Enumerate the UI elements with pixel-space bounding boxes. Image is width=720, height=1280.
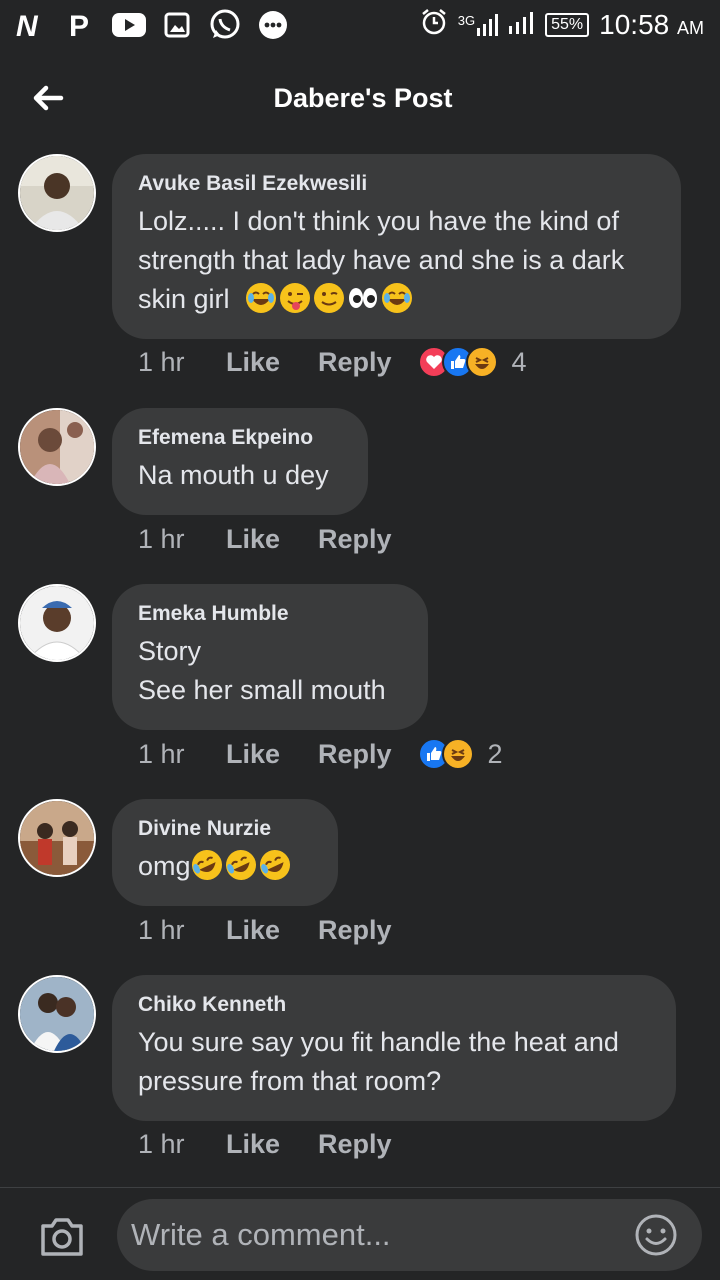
comment-author[interactable]: Efemena Ekpeino [138, 426, 342, 450]
comment-input-placeholder: Write a comment... [131, 1217, 391, 1252]
joy-emoji-icon [246, 283, 277, 313]
comment-text: Story See her small mouth [138, 632, 402, 710]
haha-reaction-icon [465, 346, 498, 378]
comment-author[interactable]: Emeka Humble [138, 602, 402, 626]
joy-emoji-icon [382, 283, 413, 313]
reaction-count: 4 [511, 346, 527, 377]
reply-button[interactable]: Reply [318, 347, 392, 378]
avatar[interactable] [18, 799, 96, 877]
comment-line: You sure say you fit handle the heat and [138, 1027, 619, 1057]
comment-line-text: skin girl [138, 284, 230, 314]
comment-actions: 1 hr Like Reply [138, 915, 392, 946]
page-title: Dabere's Post [273, 82, 453, 113]
like-button[interactable]: Like [226, 915, 318, 946]
comment-actions: 1 hr Like Reply [138, 524, 392, 555]
comment-author[interactable]: Avuke Basil Ezekwesili [138, 172, 655, 196]
comment-time: 1 hr [138, 524, 185, 554]
camera-button[interactable] [38, 1214, 86, 1258]
rofl-emoji-icon [225, 850, 256, 880]
comment-bubble[interactable]: Emeka Humble Story See her small mouth [112, 584, 428, 730]
clock-ampm: AM [677, 18, 704, 38]
comment-text: You sure say you fit handle the heat and… [138, 1023, 650, 1101]
avatar[interactable] [18, 154, 96, 232]
comment-line-text: omg [138, 851, 191, 881]
comment-bubble[interactable]: Avuke Basil Ezekwesili Lolz..... I don't… [112, 154, 681, 339]
comment-line: skin girl [138, 280, 655, 319]
status-bar: N P 3G 55% 10:58 AM [0, 0, 720, 50]
camera-icon [41, 1218, 83, 1256]
tongue-wink-emoji-icon [280, 283, 311, 313]
reply-button[interactable]: Reply [318, 524, 392, 555]
avatar[interactable] [18, 584, 96, 662]
comment-bubble[interactable]: Chiko Kenneth You sure say you fit handl… [112, 975, 676, 1121]
clock: 10:58 AM [599, 9, 704, 41]
clock-time: 10:58 [599, 9, 670, 40]
comment-time: 1 hr [138, 1129, 185, 1159]
reply-button[interactable]: Reply [318, 739, 392, 770]
comment-input[interactable]: Write a comment... [117, 1199, 702, 1271]
comment-bubble[interactable]: Efemena Ekpeino Na mouth u dey [112, 408, 368, 515]
back-arrow-icon [33, 85, 64, 111]
rofl-emoji-icon [259, 850, 290, 880]
rofl-emoji-icon [191, 850, 222, 880]
youtube-icon [112, 8, 146, 42]
comment-line: omg [138, 847, 312, 886]
comment-author[interactable]: Chiko Kenneth [138, 993, 650, 1017]
comment-line: Story [138, 636, 202, 666]
comment-time: 1 hr [138, 738, 185, 769]
chat-dots-icon [256, 8, 290, 42]
like-button[interactable]: Like [226, 1129, 318, 1160]
n-app-icon: N [16, 8, 50, 42]
haha-reaction-icon [441, 738, 474, 770]
network-type: 3G [457, 13, 476, 28]
comment-line: pressure from that room? [138, 1066, 442, 1096]
smiley-icon [635, 1214, 677, 1256]
whatsapp-icon [208, 8, 242, 42]
svg-text:P: P [69, 10, 89, 40]
comment-text: omg [138, 847, 312, 886]
comment-time: 1 hr [138, 346, 185, 377]
battery-indicator: 55% [545, 13, 590, 37]
comment-line: strength that lady have and she is a dar… [138, 245, 625, 275]
like-button[interactable]: Like [226, 524, 318, 555]
reaction-count: 2 [487, 738, 503, 769]
wink-emoji-icon [314, 283, 345, 313]
post-header: Dabere's Post [0, 56, 720, 140]
like-button[interactable]: Like [226, 347, 318, 378]
comment-actions: 1 hr Like Reply 2 [138, 738, 503, 770]
reaction-summary[interactable]: 2 [417, 738, 503, 770]
alarm-icon [420, 8, 448, 43]
p-app-icon: P [64, 8, 98, 42]
reply-button[interactable]: Reply [318, 1129, 392, 1160]
back-button[interactable] [26, 76, 70, 120]
comment-bubble[interactable]: Divine Nurzie omg [112, 799, 338, 906]
composer-divider [0, 1187, 720, 1188]
comment-time: 1 hr [138, 915, 185, 945]
avatar[interactable] [18, 408, 96, 486]
comment-actions: 1 hr Like Reply 4 [138, 346, 527, 378]
comment-line: Lolz..... I don't think you have the kin… [138, 206, 619, 236]
like-button[interactable]: Like [226, 739, 318, 770]
reply-button[interactable]: Reply [318, 915, 392, 946]
eyes-emoji-icon [349, 288, 378, 308]
gallery-icon [160, 8, 194, 42]
comment-line: Na mouth u dey [138, 460, 329, 490]
comment-line: See her small mouth [138, 675, 386, 705]
comment-actions: 1 hr Like Reply [138, 1129, 392, 1160]
signal-3g-icon: 3G [458, 14, 499, 36]
svg-text:N: N [16, 10, 39, 40]
reaction-summary[interactable]: 4 [417, 346, 527, 378]
signal-icon [509, 10, 535, 41]
emoji-button[interactable] [634, 1213, 678, 1257]
avatar[interactable] [18, 975, 96, 1053]
comment-text: Na mouth u dey [138, 456, 342, 495]
comment-text: Lolz..... I don't think you have the kin… [138, 202, 655, 319]
comment-author[interactable]: Divine Nurzie [138, 817, 312, 841]
